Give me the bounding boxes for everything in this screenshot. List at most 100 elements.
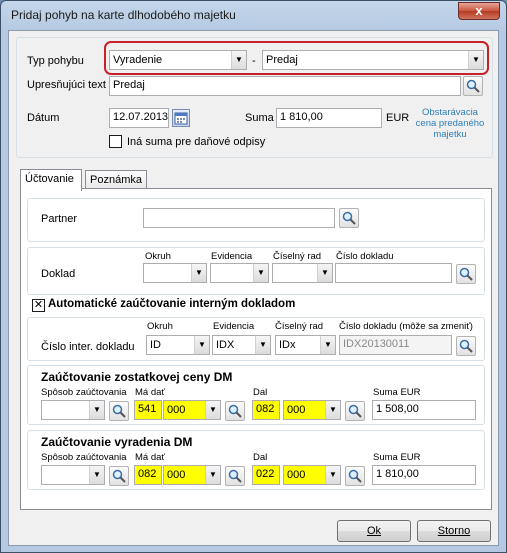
col-sposob-header: Spôsob zaúčtovania [41, 387, 127, 398]
partner-lookup-button[interactable] [339, 208, 359, 228]
spec-label: Upresňujúci text [27, 79, 106, 91]
chevron-down-icon: ▼ [89, 466, 104, 484]
disposal-credit-lookup[interactable] [345, 466, 365, 486]
chevron-down-icon: ▼ [320, 336, 335, 354]
residual-credit-analytic-value: 000 [287, 404, 306, 416]
accounting-panel: Partner Okruh Evidencia Číselný rad Čísl… [20, 188, 492, 510]
acquisition-cost-link[interactable]: Obstarávacia cena predaného majetku [413, 107, 487, 140]
disposal-debit-analytic-value: 000 [167, 469, 186, 481]
chevron-down-icon: ▼ [191, 264, 206, 282]
residual-title: Zaúčtovanie zostatkovej ceny DM [41, 370, 233, 384]
search-icon [459, 339, 473, 353]
residual-method-select[interactable]: ▼ [41, 400, 105, 420]
col-rad-header: Číselný rad [273, 251, 322, 262]
residual-debit-analytic-value: 000 [167, 404, 186, 416]
date-input[interactable]: 12.07.2013 [109, 108, 169, 128]
dialog-window: Pridaj pohyb na karte dlhodobého majetku… [0, 0, 507, 553]
tab-accounting[interactable]: Účtovanie [20, 169, 82, 191]
movement-subtype-select[interactable]: Predaj ▼ [262, 50, 484, 70]
chevron-down-icon: ▼ [205, 401, 220, 419]
spec-lookup-button[interactable] [463, 76, 483, 96]
disposal-credit-synthetic[interactable]: 022 [252, 465, 280, 485]
doc-evidencia-select[interactable]: ▼ [210, 263, 269, 283]
search-icon [228, 404, 242, 418]
inter-rad-select[interactable]: IDx ▼ [275, 335, 336, 355]
sum-label: Suma [245, 112, 274, 124]
chevron-down-icon: ▼ [89, 401, 104, 419]
chevron-down-icon: ▼ [205, 466, 220, 484]
chevron-down-icon: ▼ [468, 51, 483, 69]
internal-doc-label: Číslo inter. dokladu [41, 341, 135, 353]
inter-evidencia-value: IDX [216, 339, 235, 351]
document-label: Doklad [41, 268, 76, 280]
chevron-down-icon: ▼ [194, 336, 209, 354]
doc-lookup-button[interactable] [456, 264, 476, 284]
link-line-1: Obstarávacia [422, 107, 478, 118]
residual-sum-input[interactable]: 1 508,00 [372, 400, 476, 420]
col-dal-header: Dal [253, 387, 268, 398]
residual-debit-lookup[interactable] [225, 401, 245, 421]
disposal-debit-synthetic[interactable]: 082 [134, 465, 162, 485]
col-okruh-header: Okruh [145, 251, 171, 262]
col-cislo-header-2: Číslo dokladu (môže sa zmeniť) [339, 321, 473, 332]
auto-posting-label: Automatické zaúčtovanie interným doklado… [48, 298, 296, 310]
tax-checkbox[interactable] [109, 135, 122, 148]
search-icon [466, 79, 480, 93]
spec-text-input[interactable]: Predaj [109, 76, 461, 96]
residual-debit-analytic[interactable]: 000 ▼ [163, 400, 221, 420]
partner-label: Partner [41, 213, 78, 225]
col-suma-header: Suma EUR [373, 387, 421, 398]
search-icon [112, 469, 126, 483]
col-rad-header-2: Číselný rad [275, 321, 324, 332]
residual-credit-synthetic[interactable]: 082 [252, 400, 280, 420]
inter-okruh-select[interactable]: ID ▼ [146, 335, 210, 355]
type-separator: - [252, 55, 256, 67]
movement-type-select[interactable]: Vyradenie ▼ [109, 50, 247, 70]
doc-rad-select[interactable]: ▼ [272, 263, 333, 283]
disposal-credit-analytic[interactable]: 000 ▼ [283, 465, 341, 485]
residual-credit-lookup[interactable] [345, 401, 365, 421]
col-dal-header-2: Dal [253, 452, 268, 463]
sum-input[interactable]: 1 810,00 [276, 108, 382, 128]
residual-method-lookup[interactable] [109, 401, 129, 421]
window-title: Pridaj pohyb na karte dlhodobého majetku [11, 8, 236, 22]
col-okruh-header-2: Okruh [147, 321, 173, 332]
search-icon [348, 469, 362, 483]
col-ma-dat-header: Má dať [135, 387, 165, 398]
col-evidencia-header: Evidencia [211, 251, 253, 262]
search-icon [459, 267, 473, 281]
ok-button[interactable]: Ok [337, 520, 411, 542]
currency-label: EUR [386, 112, 410, 124]
disposal-method-lookup[interactable] [109, 466, 129, 486]
storno-button[interactable]: Storno [417, 520, 491, 542]
residual-debit-synthetic[interactable]: 541 [134, 400, 162, 420]
disposal-method-select[interactable]: ▼ [41, 465, 105, 485]
auto-posting-checkbox[interactable]: ✕ [32, 299, 45, 312]
doc-okruh-select[interactable]: ▼ [143, 263, 207, 283]
disposal-sum-input[interactable]: 1 810,00 [372, 465, 476, 485]
link-line-2: cena predaného [415, 118, 485, 129]
disposal-credit-analytic-value: 000 [287, 469, 306, 481]
dialog-body: Typ pohybu Vyradenie ▼ - Predaj ▼ Upresň… [8, 30, 499, 546]
chevron-down-icon: ▼ [325, 466, 340, 484]
inter-evidencia-select[interactable]: IDX ▼ [212, 335, 271, 355]
ok-button-label: Ok [366, 525, 382, 537]
partner-input[interactable] [143, 208, 335, 228]
chevron-down-icon: ▼ [255, 336, 270, 354]
col-evidencia-header-2: Evidencia [213, 321, 255, 332]
col-cislo-header: Číslo dokladu [336, 251, 394, 262]
close-button[interactable]: x [458, 2, 500, 20]
tax-checkbox-label: Iná suma pre daňové odpisy [127, 136, 266, 148]
chevron-down-icon: ▼ [325, 401, 340, 419]
disposal-debit-analytic[interactable]: 000 ▼ [163, 465, 221, 485]
inter-okruh-value: ID [150, 339, 161, 351]
col-suma-header-2: Suma EUR [373, 452, 421, 463]
residual-credit-analytic[interactable]: 000 ▼ [283, 400, 341, 420]
storno-button-label: Storno [437, 525, 471, 537]
disposal-debit-lookup[interactable] [225, 466, 245, 486]
calendar-icon[interactable] [172, 109, 190, 127]
inter-number-input[interactable]: IDX20130011 [339, 335, 452, 355]
doc-number-input[interactable] [335, 263, 452, 283]
chevron-down-icon: ▼ [317, 264, 332, 282]
inter-lookup-button[interactable] [456, 336, 476, 356]
